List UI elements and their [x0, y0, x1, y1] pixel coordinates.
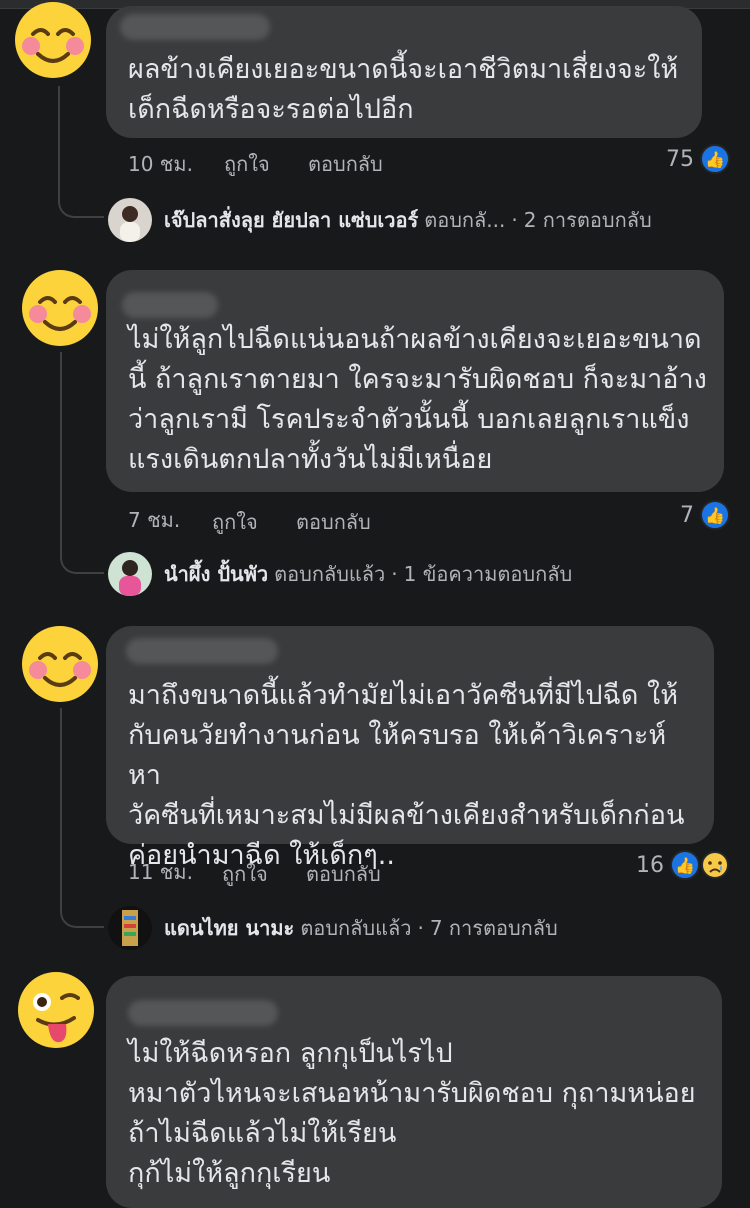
comment-text: ผลข้างเคียงเยอะขนาดนี้จะเอาชีวิตมาเสี่ยง… — [128, 54, 679, 125]
comment: ผลข้างเคียงเยอะขนาดนี้จะเอาชีวิตมาเสี่ยง… — [0, 0, 750, 250]
comment-bubble: มาถึงขนาดนี้แล้วทำมัยไม่เอาวัคซีนที่มีไป… — [106, 626, 714, 871]
reaction-summary[interactable]: 16 👍 — [636, 850, 730, 880]
reply-link[interactable]: ตอบกลับ — [306, 858, 381, 890]
comment-bubble: ไม่ให้ฉีดหรอก ลูกกุเป็นไรไป หมาตัวไหนจะเ… — [106, 976, 722, 1208]
thumbs-up-icon: 👍 — [670, 850, 700, 880]
reaction-count: 7 — [680, 502, 694, 528]
comment: มาถึงขนาดนี้แล้วทำมัยไม่เอาวัคซีนที่มีไป… — [0, 618, 750, 958]
comment-meta: 11 ชม. ถูกใจ ตอบกลับ — [128, 856, 708, 886]
smiling-face-emoji-avatar[interactable] — [13, 0, 93, 80]
comment-time[interactable]: 10 ชม. — [128, 148, 193, 180]
comment-time[interactable]: 11 ชม. — [128, 856, 193, 888]
comment-bubble: ไม่ให้ลูกไปฉีดแน่นอนถ้าผลข้างเคียงจะเยอะ… — [106, 270, 724, 492]
smiling-face-emoji-avatar[interactable] — [20, 624, 100, 704]
like-link[interactable]: ถูกใจ — [222, 858, 268, 890]
separator-dot: · — [511, 208, 518, 232]
smiling-face-emoji-avatar[interactable] — [20, 268, 100, 348]
winking-tongue-emoji-avatar[interactable] — [16, 970, 96, 1050]
reply-action: ตอบกลับแล้ว — [274, 562, 386, 586]
reply-action: ตอบกลับแล้ว — [300, 916, 412, 940]
comment-text: ไม่ให้ลูกไปฉีดแน่นอนถ้าผลข้างเคียงจะเยอะ… — [128, 324, 707, 475]
thread-connector — [60, 708, 104, 928]
replier-name[interactable]: นำผึ้ง ปั้นพัว — [164, 558, 268, 590]
separator-dot: · — [391, 562, 398, 586]
reaction-summary[interactable]: 75 👍 — [666, 144, 730, 174]
replier-avatar[interactable] — [108, 198, 152, 242]
comment-meta: 7 ชม. ถูกใจ ตอบกลับ — [128, 504, 708, 534]
reaction-summary[interactable]: 7 👍 — [680, 500, 730, 530]
view-replies[interactable]: นำผึ้ง ปั้นพัว ตอบกลับแล้ว · 1 ข้อความตอ… — [108, 552, 572, 596]
thumbs-up-icon: 👍 — [700, 144, 730, 174]
reply-count: 2 การตอบกลับ — [523, 208, 652, 232]
comment-bubble: ผลข้างเคียงเยอะขนาดนี้จะเอาชีวิตมาเสี่ยง… — [106, 6, 702, 138]
separator-dot: · — [417, 916, 424, 940]
comment: ไม่ให้ลูกไปฉีดแน่นอนถ้าผลข้างเคียงจะเยอะ… — [0, 262, 750, 612]
comment: ไม่ให้ฉีดหรอก ลูกกุเป็นไรไป หมาตัวไหนจะเ… — [0, 968, 750, 1208]
thumbs-up-icon: 👍 — [700, 500, 730, 530]
replier-avatar[interactable] — [108, 906, 152, 950]
comment-time[interactable]: 7 ชม. — [128, 504, 180, 536]
reply-link[interactable]: ตอบกลับ — [308, 148, 383, 180]
like-link[interactable]: ถูกใจ — [224, 148, 270, 180]
reply-action: ตอบกลั... — [424, 208, 506, 232]
replier-name[interactable]: เจ๊ปลาสั่งลุย ยัยปลา แซ่บเวอร์ — [164, 204, 418, 236]
comment-text: มาถึงขนาดนี้แล้วทำมัยไม่เอาวัคซีนที่มีไป… — [128, 680, 685, 871]
reaction-count: 16 — [636, 852, 664, 878]
reply-link[interactable]: ตอบกลับ — [296, 506, 371, 538]
view-replies[interactable]: แดนไทย นามะ ตอบกลับแล้ว · 7 การตอบกลับ — [108, 906, 558, 950]
thread-connector — [60, 352, 104, 574]
sad-face-icon — [701, 851, 729, 879]
comment-meta: 10 ชม. ถูกใจ ตอบกลับ — [128, 148, 708, 178]
view-replies[interactable]: เจ๊ปลาสั่งลุย ยัยปลา แซ่บเวอร์ ตอบกลั...… — [108, 198, 652, 242]
replier-name[interactable]: แดนไทย นามะ — [164, 912, 294, 944]
like-link[interactable]: ถูกใจ — [212, 506, 258, 538]
reply-count: 1 ข้อความตอบกลับ — [403, 562, 573, 586]
commenter-name-redacted[interactable] — [128, 1000, 278, 1026]
replier-avatar[interactable] — [108, 552, 152, 596]
comment-text: ไม่ให้ฉีดหรอก ลูกกุเป็นไรไป หมาตัวไหนจะเ… — [128, 1038, 696, 1189]
commenter-name-redacted[interactable] — [120, 14, 270, 40]
commenter-name-redacted[interactable] — [122, 292, 218, 318]
reply-count: 7 การตอบกลับ — [429, 916, 558, 940]
reaction-count: 75 — [666, 146, 694, 172]
thread-connector — [58, 86, 104, 218]
commenter-name-redacted[interactable] — [126, 638, 278, 664]
